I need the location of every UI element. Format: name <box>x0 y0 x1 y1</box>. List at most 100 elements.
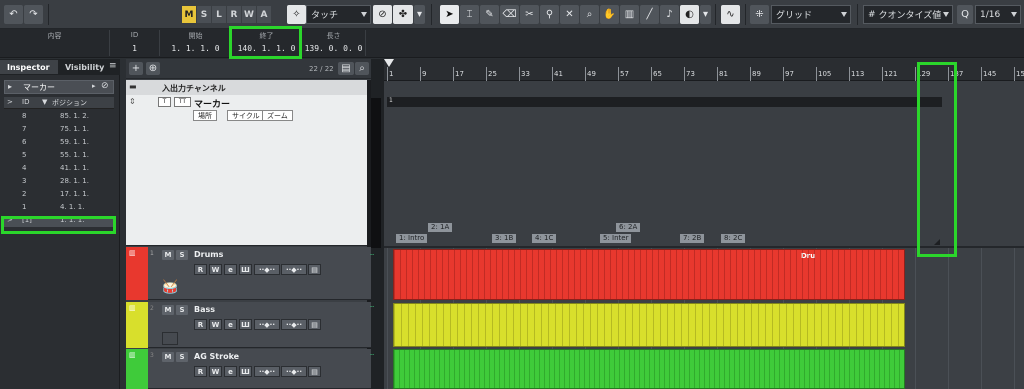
automation-mode-dropdown[interactable]: タッチ <box>306 5 371 24</box>
automation-mode-button[interactable]: A <box>257 6 271 23</box>
zoom-button[interactable]: ズーム <box>262 110 293 121</box>
instrument-icon[interactable]: Ш <box>239 366 252 377</box>
marker-flag[interactable]: 6: 2A <box>616 223 641 232</box>
monitor-icon[interactable]: ··◆·· <box>254 264 280 275</box>
track-ag-stroke[interactable]: ▥ 3 M S AG Stroke R W e Ш ··◆·· ··◆·· ▤ <box>126 349 371 389</box>
read-automation-button[interactable]: R <box>194 319 207 330</box>
marker-list-row[interactable]: 2 17. 1. 1. <box>4 190 114 201</box>
zoom-tool-icon[interactable]: ⌕ <box>580 5 599 24</box>
edit-channel-icon[interactable]: e <box>224 264 237 275</box>
locate-marker-icon[interactable]: T <box>158 97 171 107</box>
marker-list-row[interactable]: 1 4. 1. 1. <box>4 203 114 214</box>
add-track-icon[interactable]: + <box>129 62 143 75</box>
read-automation-button[interactable]: R <box>194 264 207 275</box>
cycle-marker-icon[interactable]: TT <box>174 97 191 107</box>
object-selection-tool-icon[interactable]: ➤ <box>440 5 459 24</box>
read-automation-button[interactable]: R <box>194 366 207 377</box>
mute-button[interactable]: M <box>162 250 174 260</box>
mute-button[interactable]: M <box>162 305 174 315</box>
solo-mode-button[interactable]: S <box>197 6 211 23</box>
automation-icon[interactable]: ✧ <box>287 5 306 24</box>
glue-tool-icon[interactable]: ⚲ <box>540 5 559 24</box>
write-automation-button[interactable]: W <box>209 264 222 275</box>
hand-tool-icon[interactable]: ✋ <box>600 5 619 24</box>
record-enable-icon[interactable]: ▤ <box>308 319 321 330</box>
ag-stroke-event[interactable] <box>393 349 905 389</box>
listen-mode-button[interactable]: L <box>212 6 226 23</box>
record-enable-icon[interactable]: ▤ <box>308 366 321 377</box>
marker-flag[interactable]: 7: 2B <box>680 234 705 243</box>
track-picture[interactable] <box>162 332 178 345</box>
marker-list-row[interactable]: 3 28. 1. 1. <box>4 177 114 188</box>
read-mode-button[interactable]: R <box>227 6 241 23</box>
mute-tool-icon[interactable]: ✕ <box>560 5 579 24</box>
marker-track-header[interactable]: ⇕ T TT マーカー 場所 サイクル ズーム <box>126 95 371 246</box>
snap-icon[interactable]: ⁜ <box>750 5 769 24</box>
inspector-track-header[interactable]: ▸ マーカー ▸ ⊘ <box>4 80 114 94</box>
marker-flag[interactable]: 5: Inter <box>600 234 632 243</box>
marker-list-row[interactable]: 6 59. 1. 1. <box>4 138 114 149</box>
snap-type-dropdown[interactable]: グリッド <box>771 5 851 24</box>
lane-icon[interactable]: ··◆·· <box>281 264 307 275</box>
marker-end-handle[interactable] <box>934 239 940 245</box>
mute-mode-button[interactable]: M <box>182 6 196 23</box>
track-visibility-icon[interactable]: ▤ <box>338 62 354 75</box>
search-icon[interactable]: ⌕ <box>355 62 369 75</box>
line-tool-icon[interactable]: ╱ <box>640 5 659 24</box>
bass-event[interactable] <box>393 303 905 347</box>
range-tool-icon[interactable]: ⌶ <box>460 5 479 24</box>
io-channel-row[interactable]: ▬ 入出力チャンネル <box>126 80 371 95</box>
marker-flag[interactable]: 2: 1A <box>428 223 453 232</box>
marker-list-row[interactable]: 8 85. 1. 2. <box>4 112 114 123</box>
write-automation-button[interactable]: W <box>209 366 222 377</box>
cycle-button[interactable]: サイクル <box>227 110 265 121</box>
edit-channel-icon[interactable]: e <box>224 366 237 377</box>
instrument-icon[interactable]: Ш <box>239 264 252 275</box>
play-tool-icon[interactable]: ♪ <box>660 5 679 24</box>
add-track-folder-icon[interactable]: ⊕ <box>146 62 160 75</box>
marker-list-row[interactable]: 7 75. 1. 1. <box>4 125 114 136</box>
undo-icon[interactable]: ↶ <box>4 5 23 24</box>
solo-button[interactable]: S <box>176 352 188 362</box>
monitor-icon[interactable]: ··◆·· <box>254 319 280 330</box>
edit-icon[interactable]: ⊘ <box>101 81 109 91</box>
write-automation-button[interactable]: W <box>209 319 222 330</box>
color-tool-icon[interactable]: ◐ <box>680 5 699 24</box>
cycle-marker-bar[interactable]: 1 <box>387 97 942 107</box>
marker-list-row[interactable]: 4 41. 1. 1. <box>4 164 114 175</box>
redo-icon[interactable]: ↷ <box>24 5 43 24</box>
marker-flag[interactable]: 8: 2C <box>721 234 746 243</box>
quantize-icon[interactable]: Q <box>957 5 973 24</box>
grid-type-dropdown[interactable]: # クオンタイズ値 <box>863 5 953 24</box>
record-enable-icon[interactable]: ▤ <box>308 264 321 275</box>
edit-channel-icon[interactable]: e <box>224 319 237 330</box>
drums-event[interactable]: Dru <box>393 249 905 300</box>
tab-visibility[interactable]: Visibility <box>58 60 108 74</box>
eraser-tool-icon[interactable]: ⌫ <box>500 5 519 24</box>
solo-button[interactable]: S <box>176 250 188 260</box>
constrain-dropdown-icon[interactable]: ▾ <box>414 5 425 24</box>
comp-tool-icon[interactable]: ▥ <box>620 5 639 24</box>
marker-flag[interactable]: 3: 1B <box>492 234 517 243</box>
marker-list-row[interactable]: 5 55. 1. 1. <box>4 151 114 162</box>
auto-scroll-icon[interactable]: ∿ <box>721 5 740 24</box>
split-tool-icon[interactable]: ✂ <box>520 5 539 24</box>
track-drums[interactable]: ▥ 1 M S Drums R W e Ш ··◆·· ··◆·· ▤ 🥁 <box>126 247 371 300</box>
constrain-delay-icon[interactable]: ✤ <box>393 5 413 24</box>
quantize-value-dropdown[interactable]: 1/16 <box>975 5 1021 24</box>
marker-flag[interactable]: 4: 1C <box>532 234 557 243</box>
lane-icon[interactable]: ··◆·· <box>281 319 307 330</box>
color-dropdown-icon[interactable]: ▾ <box>700 5 711 24</box>
track-bass[interactable]: ▥ 2 M S Bass R W e Ш ··◆·· ··◆·· ▤ <box>126 302 371 348</box>
mute-button[interactable]: M <box>162 352 174 362</box>
menu-icon[interactable]: ≡ <box>109 61 117 71</box>
marker-flag[interactable]: 1: Intro <box>396 234 428 243</box>
instrument-icon[interactable]: Ш <box>239 319 252 330</box>
tab-inspector[interactable]: Inspector <box>0 60 58 74</box>
solo-button[interactable]: S <box>176 305 188 315</box>
monitor-icon[interactable]: ··◆·· <box>254 366 280 377</box>
write-mode-button[interactable]: W <box>242 6 256 23</box>
left-locator-icon[interactable] <box>384 59 394 67</box>
pencil-tool-icon[interactable]: ✎ <box>480 5 499 24</box>
automation-settings-icon[interactable]: ⊘ <box>373 5 392 24</box>
